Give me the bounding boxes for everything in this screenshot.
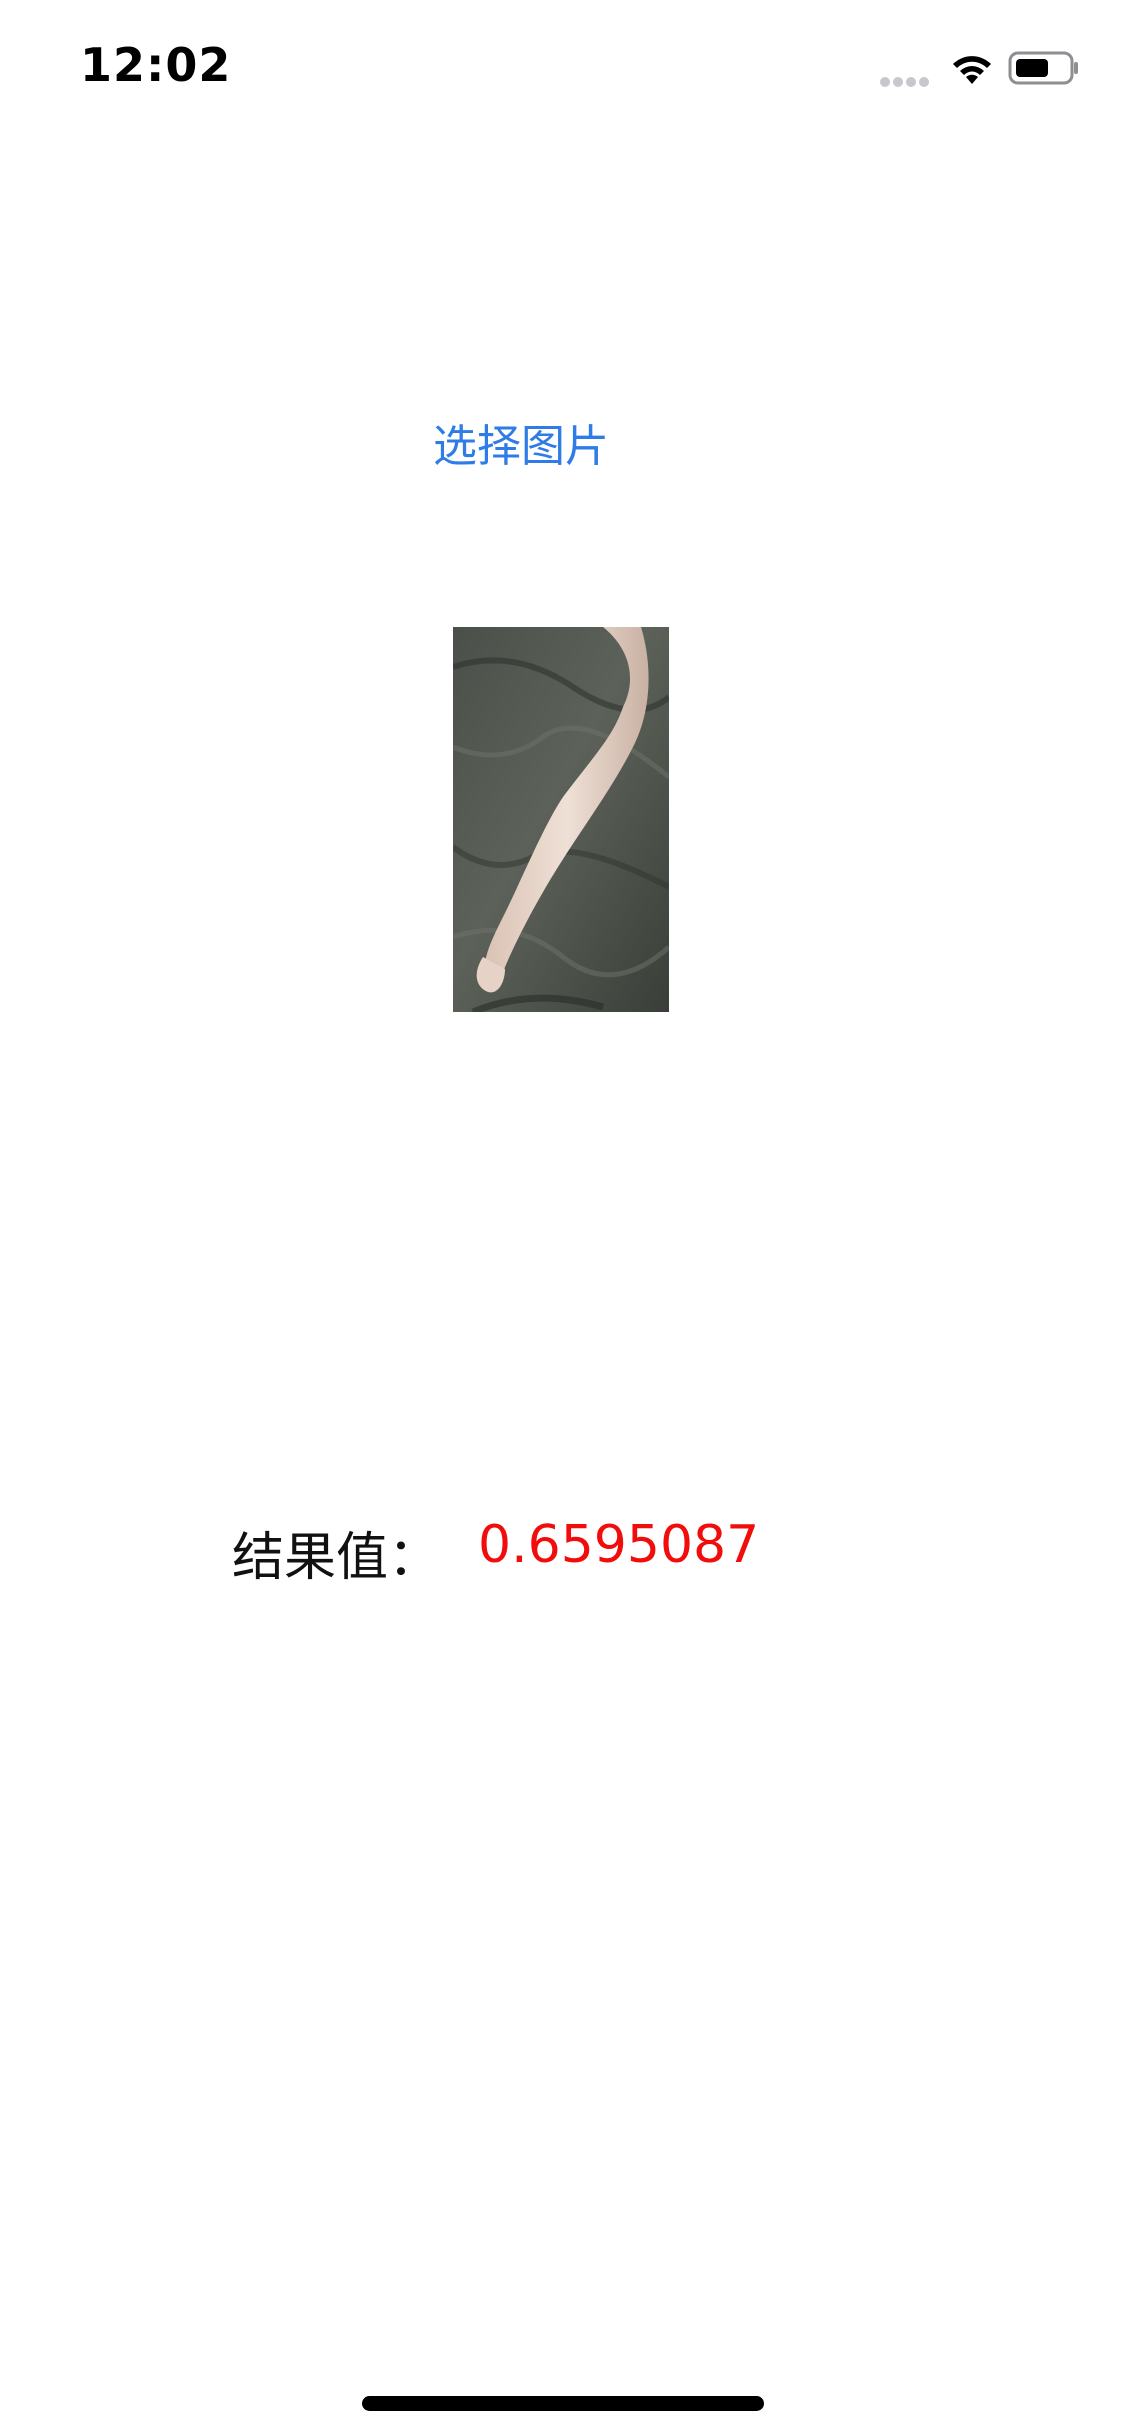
result-label: 结果值：	[232, 1528, 441, 1588]
home-indicator[interactable]	[362, 2396, 764, 2411]
battery-icon	[1008, 51, 1078, 85]
selected-photo	[453, 627, 669, 1012]
status-time: 12:02	[80, 38, 232, 92]
wifi-icon	[953, 56, 991, 84]
result-value: 0.6595087	[478, 1515, 760, 1575]
select-image-button[interactable]: 选择图片	[0, 410, 1042, 474]
cellular-signal-icon	[880, 72, 936, 87]
status-bar: 12:02	[0, 0, 1125, 140]
